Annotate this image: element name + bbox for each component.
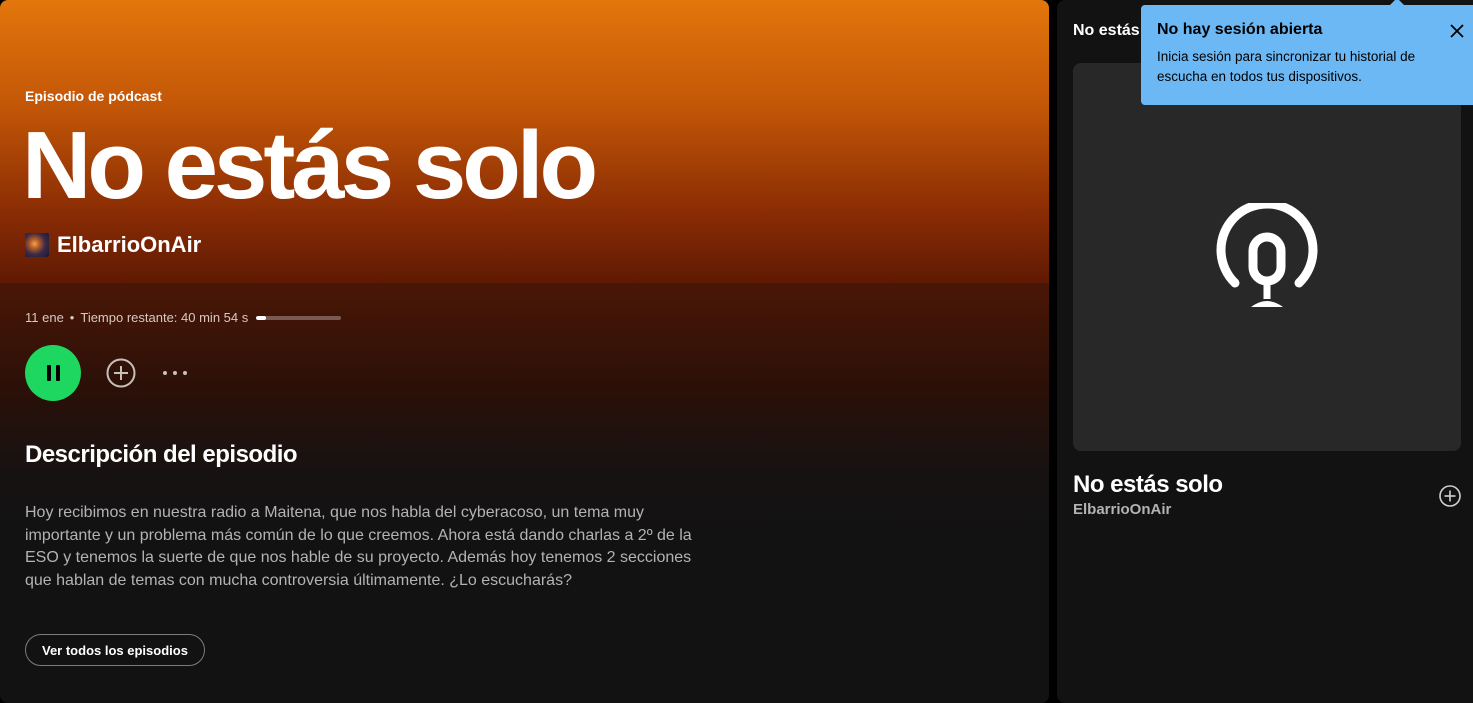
close-icon xyxy=(1450,24,1464,38)
description-text: Hoy recibimos en nuestra radio a Maitena… xyxy=(25,504,692,589)
see-all-episodes-button[interactable]: Ver todos los episodios xyxy=(25,634,205,666)
episode-kind-label: Episodio de pódcast xyxy=(25,88,162,104)
now-playing-show[interactable]: ElbarrioOnAir xyxy=(1073,501,1171,518)
progress-fill xyxy=(256,315,267,320)
meta-separator: • xyxy=(69,310,75,325)
add-circle-icon xyxy=(1439,485,1461,507)
episode-header: Episodio de pódcast No estás solo Elbarr… xyxy=(0,0,1049,283)
show-link-row[interactable]: ElbarrioOnAir xyxy=(25,232,201,258)
toast-body: Inicia sesión para sincronizar tu histor… xyxy=(1157,49,1416,84)
now-playing-title[interactable]: No estás solo xyxy=(1073,471,1223,499)
add-to-library-button[interactable] xyxy=(105,357,137,389)
now-playing-panel: No estás s No estás solo ElbarrioOnAir xyxy=(1057,0,1473,703)
show-name-link[interactable]: ElbarrioOnAir xyxy=(57,232,201,258)
episode-page: Episodio de pódcast No estás solo Elbarr… xyxy=(0,0,1049,703)
side-add-button[interactable] xyxy=(1437,483,1463,509)
login-toast: No hay sesión abierta Inicia sesión para… xyxy=(1141,0,1473,105)
toast-title: No hay sesión abierta xyxy=(1157,21,1323,38)
episode-progress-bar xyxy=(256,315,342,320)
more-options-button[interactable] xyxy=(159,357,191,389)
podcast-icon xyxy=(1216,203,1318,307)
episode-date: 11 ene xyxy=(25,310,64,325)
toast-close-button[interactable] xyxy=(1449,23,1465,39)
playback-controls xyxy=(25,345,191,401)
episode-meta: 11 ene • Tiempo restante: 40 min 54 s xyxy=(25,310,342,325)
pause-icon xyxy=(46,365,60,381)
add-circle-icon xyxy=(106,358,136,388)
time-remaining: Tiempo restante: 40 min 54 s xyxy=(80,310,249,325)
episode-artwork xyxy=(1073,63,1461,451)
episode-title: No estás solo xyxy=(22,112,598,219)
play-pause-button[interactable] xyxy=(25,345,81,401)
description-heading: Descripción del episodio xyxy=(25,441,298,468)
show-thumbnail xyxy=(25,233,49,257)
more-options-icon xyxy=(163,371,167,375)
